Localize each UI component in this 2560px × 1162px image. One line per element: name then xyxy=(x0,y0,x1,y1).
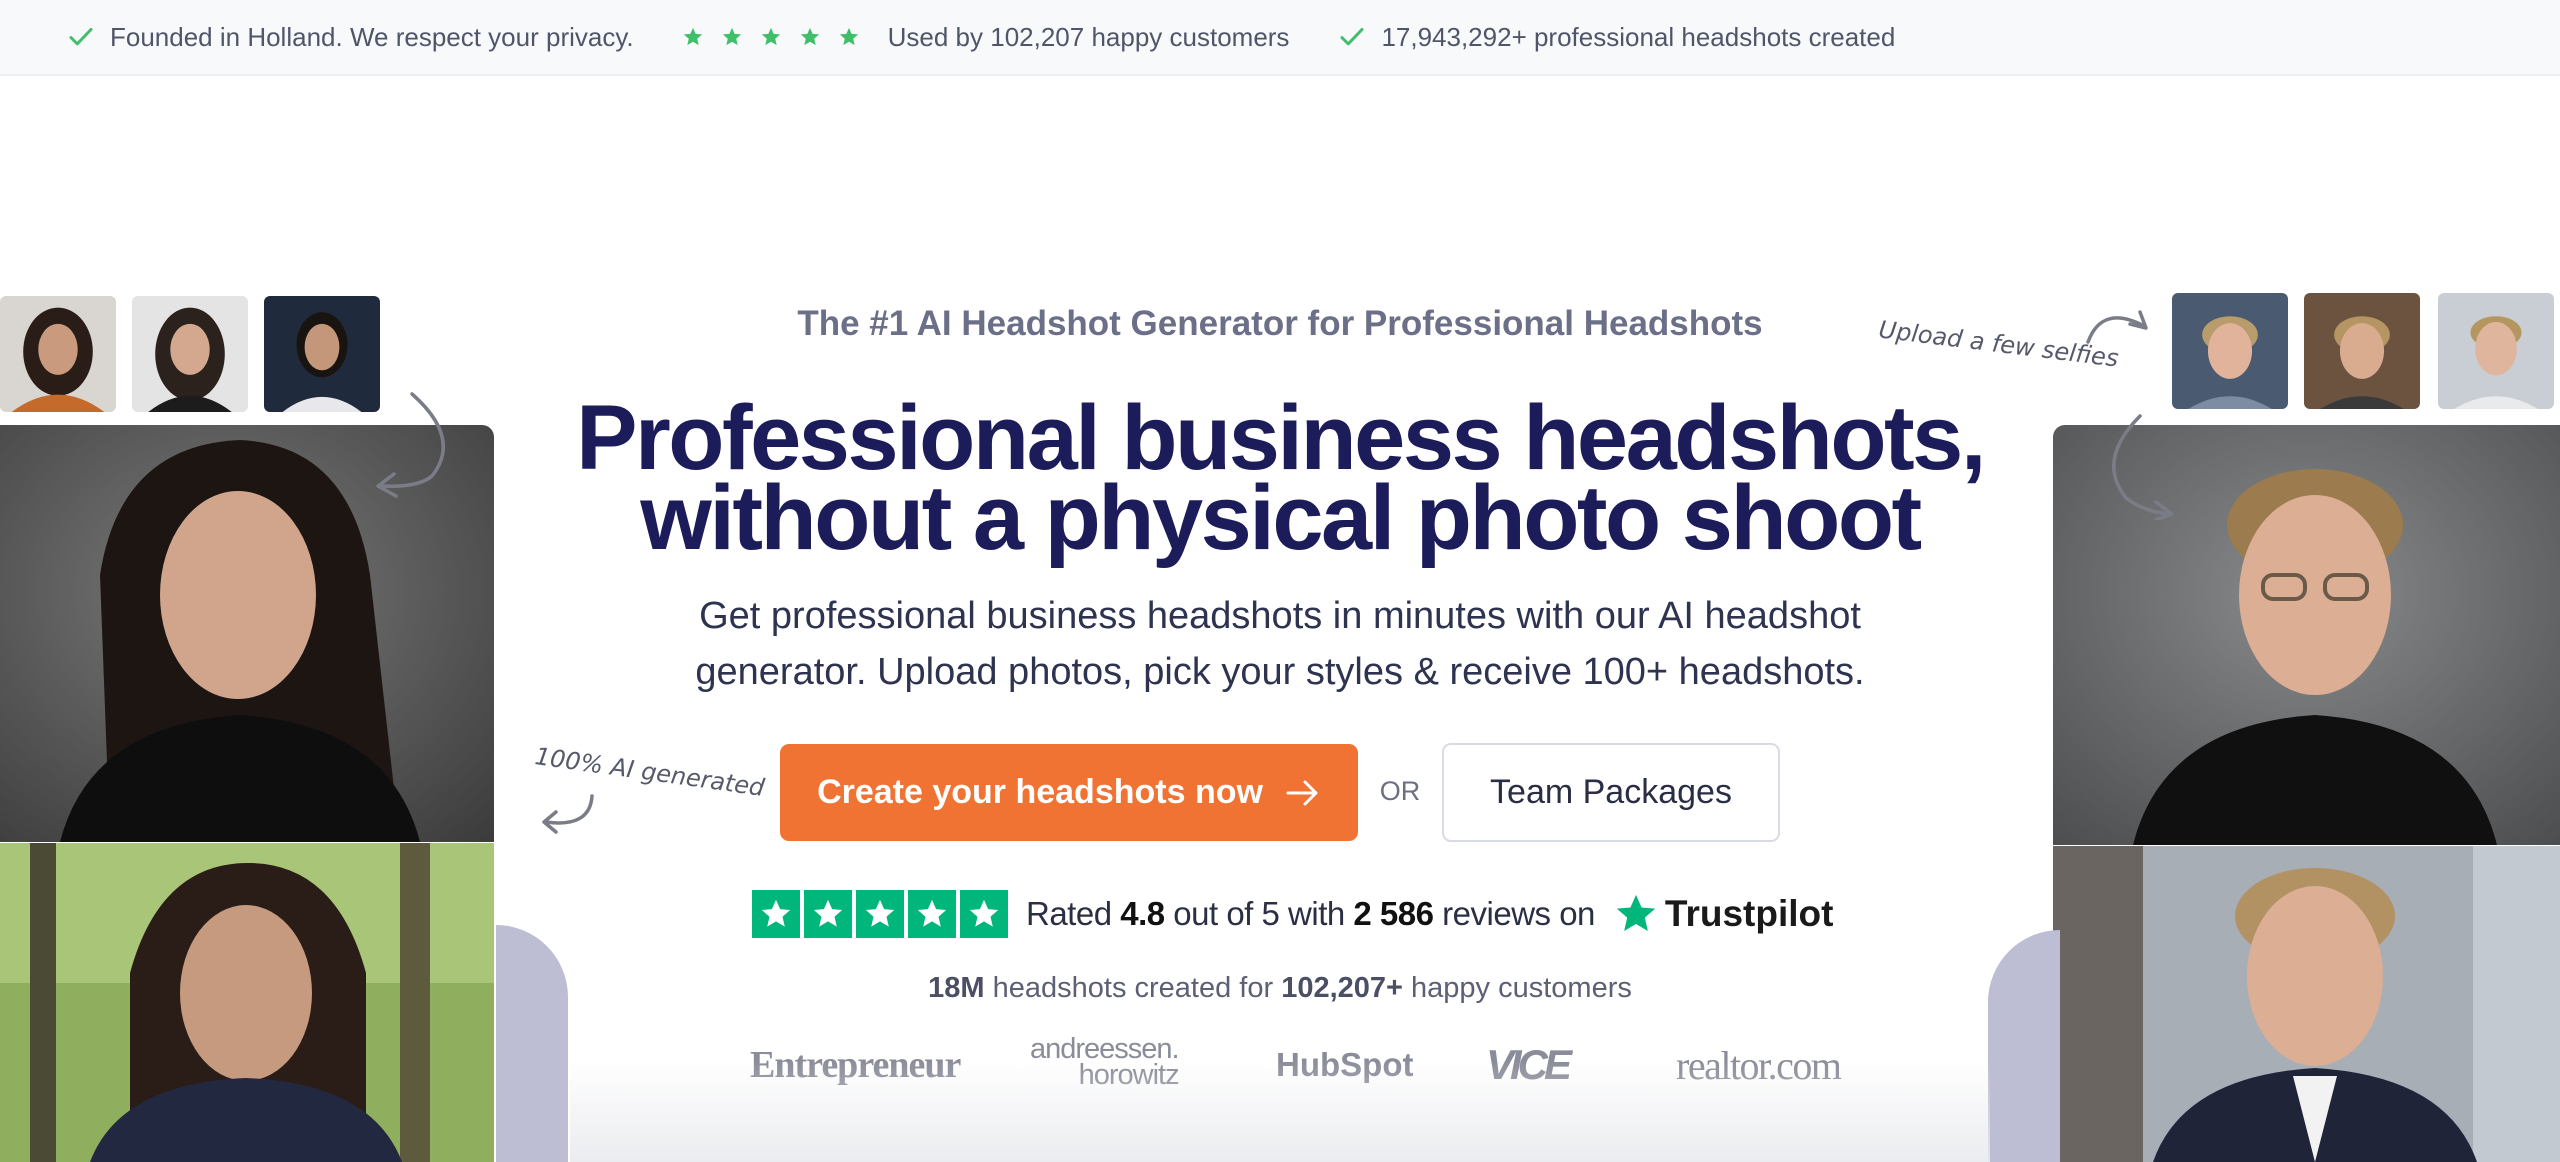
bottom-fade xyxy=(570,1060,1990,1162)
curved-arrow-icon xyxy=(542,794,594,834)
trust-item-headshots: 17,943,292+ professional headshots creat… xyxy=(1337,22,1895,53)
hero-headline: Professional business headshots, without… xyxy=(520,392,2040,564)
stat-customers: 102,207+ xyxy=(1281,972,1403,1004)
selfie-thumbnail xyxy=(2172,293,2288,409)
curved-arrow-icon xyxy=(2112,414,2174,520)
headline-line: without a physical photo shoot xyxy=(640,467,1922,569)
curved-arrow-icon xyxy=(376,392,445,498)
stat-text: headshots created for xyxy=(992,972,1274,1004)
trustpilot-logo: Trustpilot xyxy=(1613,891,1834,937)
rating-score: 4.8 xyxy=(1120,895,1165,932)
subheadline-line: Get professional business headshots in m… xyxy=(699,595,1861,637)
rating-text: Rated 4.8 out of 5 with 2 586 reviews on xyxy=(1026,895,1595,933)
trustpilot-stars-icon xyxy=(752,890,1008,938)
create-headshots-label: Create your headshots now xyxy=(817,773,1263,811)
trustpilot-wordmark: Trustpilot xyxy=(1664,893,1834,934)
selfie-thumbnail xyxy=(132,296,248,412)
trust-bar: Founded in Holland. We respect your priv… xyxy=(0,0,2560,76)
review-count: 2 586 xyxy=(1353,895,1434,932)
trust-item-label: Founded in Holland. We respect your priv… xyxy=(110,21,634,52)
headshot-result-photo xyxy=(2053,846,2560,1162)
selfie-thumbnail xyxy=(264,296,380,412)
trustpilot-star-icon xyxy=(1616,894,1656,932)
trust-item-label: 17,943,292+ professional headshots creat… xyxy=(1381,21,1896,52)
usage-stat: 18M headshots created for 102,207+ happy… xyxy=(640,972,1920,1005)
trust-item-customers: Used by 102,207 happy customers xyxy=(682,21,1290,53)
trust-item-label: Used by 102,207 happy customers xyxy=(887,21,1290,52)
stat-amount: 18M xyxy=(928,972,985,1004)
selfie-thumbnail xyxy=(0,296,116,412)
or-divider: OR xyxy=(1379,776,1421,806)
five-stars-icon xyxy=(682,26,874,48)
arrow-right-icon xyxy=(1286,780,1318,805)
hero-subheadline: Get professional business headshots in m… xyxy=(640,588,1920,700)
stat-text: happy customers xyxy=(1411,972,1632,1004)
check-icon xyxy=(1340,28,1364,46)
selfie-thumbnail xyxy=(2304,293,2420,409)
create-headshots-button[interactable]: Create your headshots now xyxy=(780,744,1358,841)
hero-eyebrow: The #1 AI Headshot Generator for Profess… xyxy=(797,304,1763,343)
team-packages-label: Team Packages xyxy=(1490,773,1732,811)
selfie-thumbnail xyxy=(2438,293,2554,409)
trustpilot-rating[interactable]: Rated 4.8 out of 5 with 2 586 reviews on… xyxy=(752,890,1833,938)
rating-prefix: Rated xyxy=(1026,895,1112,932)
subheadline-line: generator. Upload photos, pick your styl… xyxy=(695,651,1865,693)
decorative-shape xyxy=(1988,930,2060,1162)
team-packages-button[interactable]: Team Packages xyxy=(1442,743,1780,842)
check-icon xyxy=(69,28,93,46)
trust-item-privacy: Founded in Holland. We respect your priv… xyxy=(66,22,634,53)
headshot-result-photo xyxy=(0,843,494,1162)
rating-suffix: reviews on xyxy=(1442,895,1595,932)
rating-middle: out of 5 with xyxy=(1173,895,1345,932)
decorative-shape xyxy=(496,925,568,1162)
